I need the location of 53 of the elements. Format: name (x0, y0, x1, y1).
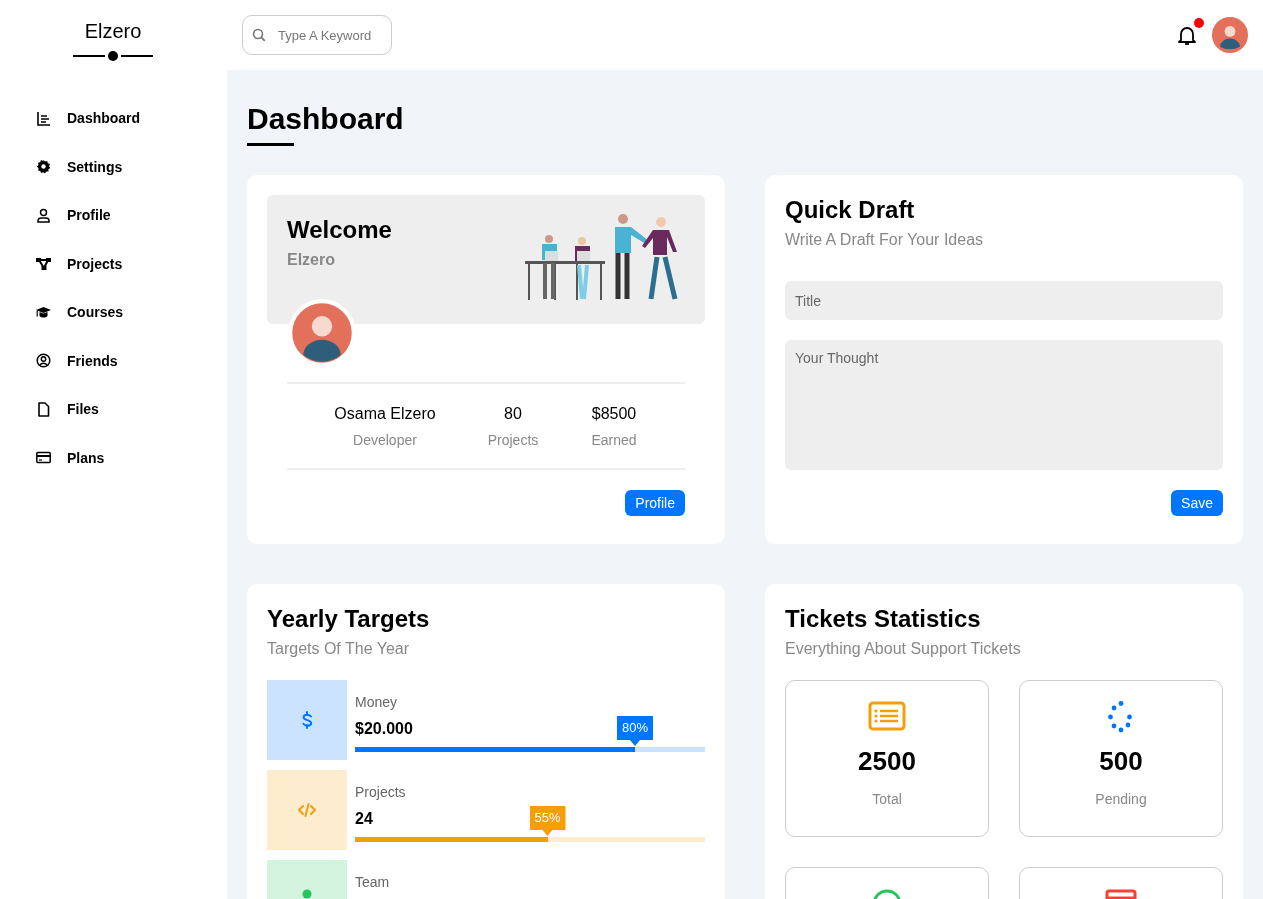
ticket-count: 2500 (858, 746, 916, 777)
card-title: Yearly Targets (267, 604, 431, 634)
sidebar-item[interactable]: Projects (36, 239, 227, 288)
card-subtitle: Targets Of The Year (267, 639, 410, 659)
search-field[interactable]: Type A Keyword (242, 15, 392, 55)
sidebar-item[interactable]: Friends (36, 336, 227, 385)
settings-icon (36, 159, 51, 175)
target-value: 24 (355, 810, 373, 828)
card-title: Tickets Statistics (785, 604, 982, 634)
stat-label: Earned (591, 431, 637, 448)
title-underline (247, 143, 294, 146)
user-avatar[interactable] (1212, 17, 1248, 53)
ticket-label: Total (872, 791, 902, 807)
credit-card-icon (36, 450, 51, 466)
logo-underline-icon (73, 51, 153, 61)
target-label: Projects (355, 784, 407, 800)
progress-tooltip: 55% (529, 806, 566, 836)
thought-field[interactable]: Your Thought (785, 340, 1223, 470)
ticket-count: 500 (1099, 746, 1143, 777)
notification-bell-icon[interactable] (1176, 24, 1198, 46)
ticket-label: Pending (1095, 791, 1147, 807)
card-subtitle: Everything About Support Tickets (785, 639, 1022, 659)
profile-button[interactable]: Profile (625, 490, 685, 516)
stat-label: Projects (487, 431, 539, 448)
card-subtitle: Write A Draft For Your Ideas (785, 230, 985, 250)
target-label: Team (355, 874, 391, 890)
graduation-cap-icon (36, 304, 51, 320)
stat-value: 80 (504, 404, 522, 423)
sidebar-item[interactable]: Files (36, 385, 227, 434)
user-role: Developer (353, 431, 417, 448)
sidebar-item[interactable]: Plans (36, 433, 227, 482)
sidebar-item[interactable]: Profile (36, 191, 227, 240)
progress-tooltip: 80% (617, 716, 653, 746)
search-icon (252, 28, 266, 42)
sidebar-item[interactable]: Settings (36, 142, 227, 191)
stat-value: $8500 (591, 404, 637, 423)
title-field[interactable]: Title (785, 281, 1223, 320)
welcome-title: Welcome (287, 215, 393, 245)
sidebar-item[interactable]: Dashboard (36, 94, 227, 143)
file-icon (36, 401, 51, 417)
user-circle-icon (36, 353, 51, 369)
card-title: Quick Draft (785, 195, 916, 225)
save-button[interactable]: Save (1171, 490, 1223, 516)
page-title: Dashboard (247, 102, 404, 136)
target-label: Money (355, 694, 399, 710)
user-name: Osama Elzero (334, 404, 436, 423)
logo-text: Elzero (84, 20, 142, 43)
target-value: $20.000 (355, 720, 413, 738)
nodes-icon (36, 256, 51, 272)
user-icon (36, 207, 51, 223)
welcome-subtitle: Elzero (287, 250, 336, 270)
chart-icon (36, 110, 51, 126)
sidebar-item[interactable]: Courses (36, 288, 227, 337)
